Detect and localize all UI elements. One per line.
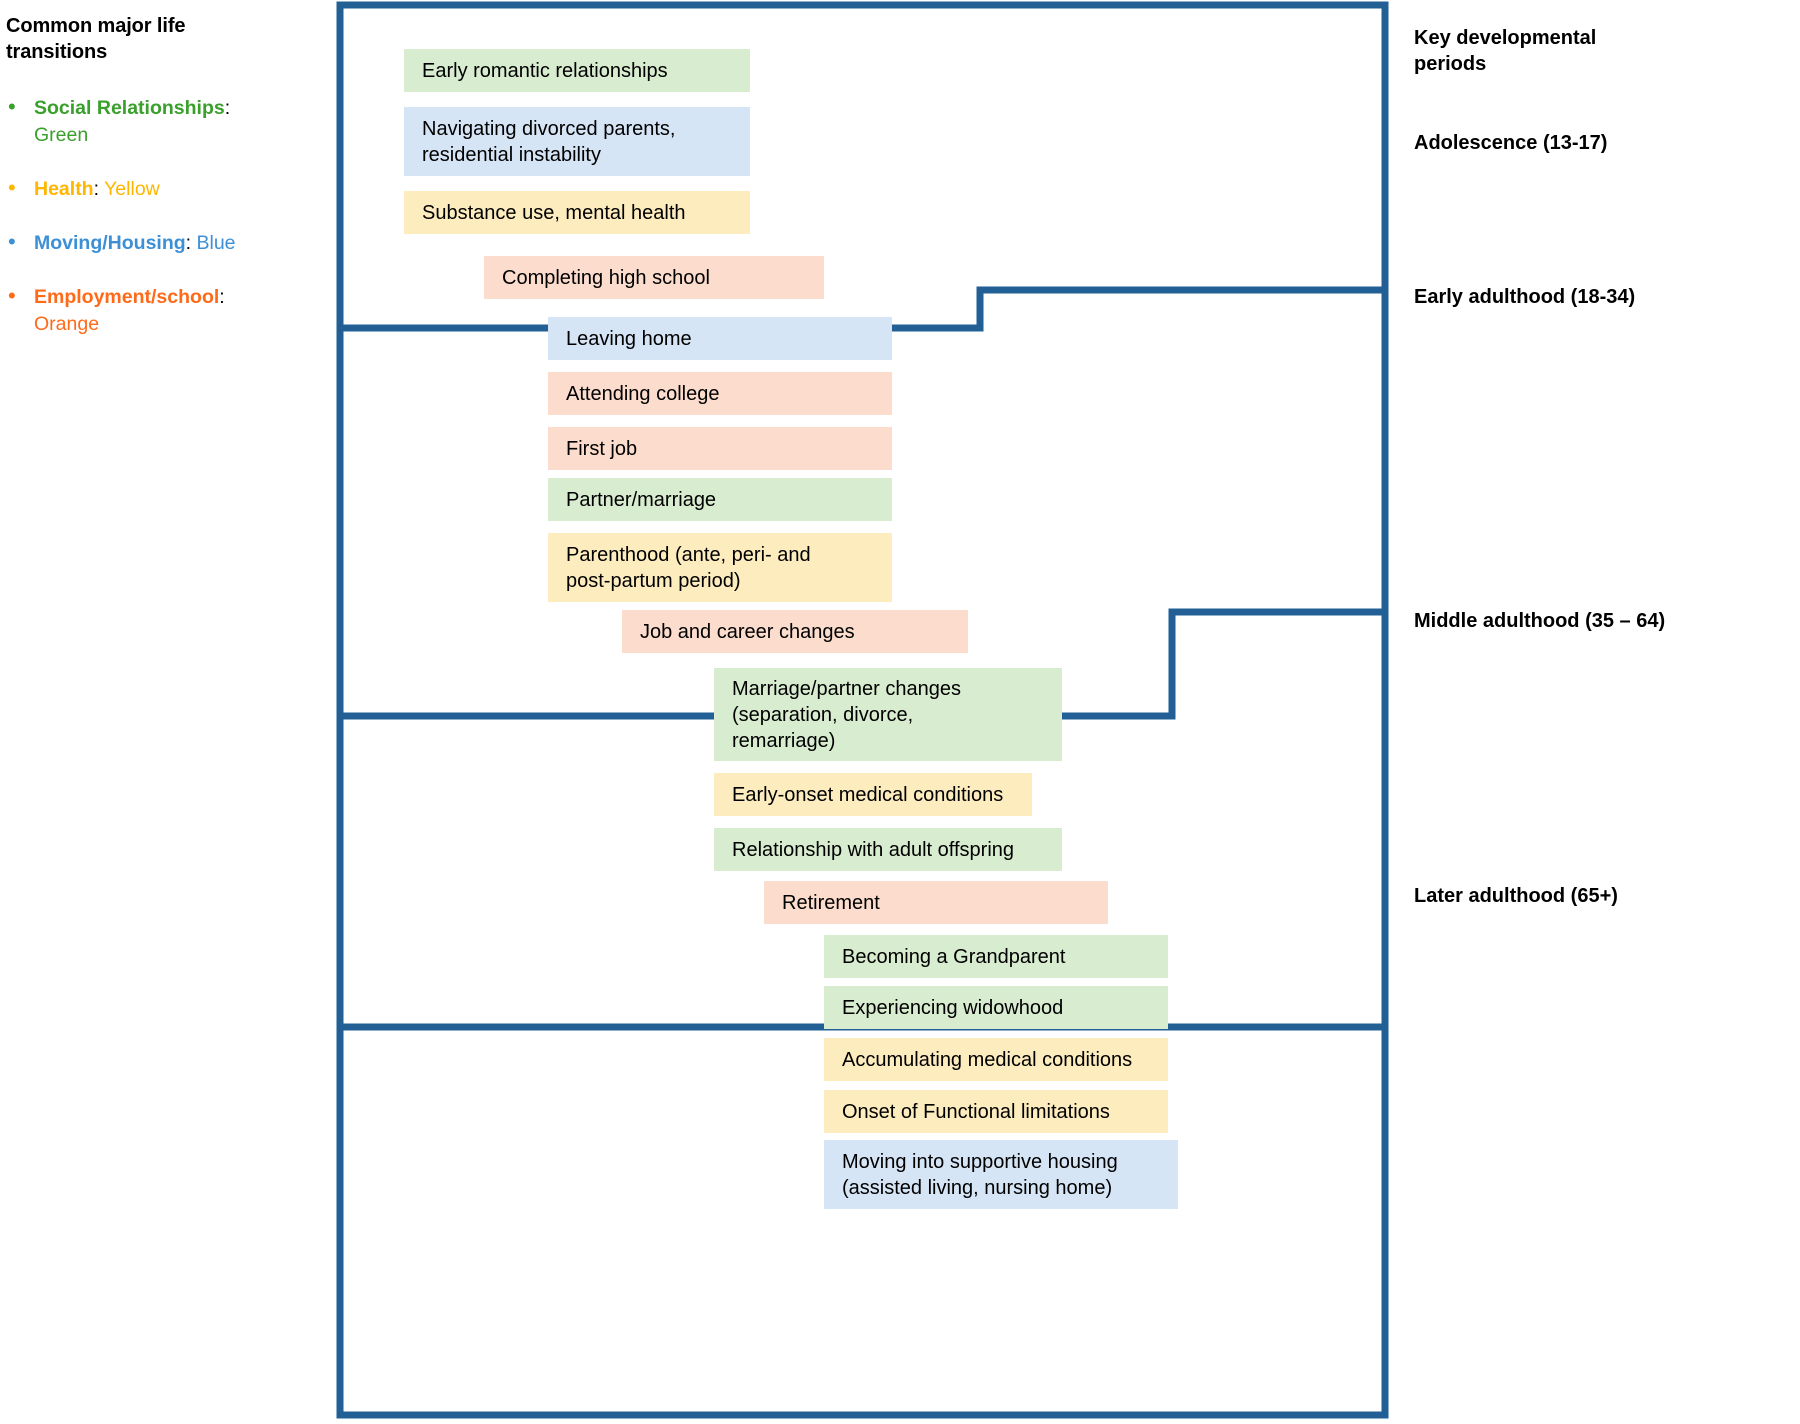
key-developmental-periods-heading: Key developmental periods [1414,27,1597,75]
legend: Common major life transitions • Social R… [6,14,286,365]
legend-category: Moving/Housing [34,232,186,255]
legend-color-name: Yellow [104,177,160,200]
legend-item-label: Health: Yellow [34,176,286,202]
period-label-adolescence: Adolescence (13-17) [1414,132,1608,154]
transition-box: Navigating divorced parents, residential… [404,107,750,176]
transition-box: Parenthood (ante, peri- and post-partum … [548,533,892,602]
transition-box: Early-onset medical conditions [714,773,1032,816]
legend-item-social: • Social Relationships: Green [6,95,286,148]
legend-color-name: Green [34,123,89,146]
period-label-later-adulthood: Later adulthood (65+) [1414,885,1618,907]
diagram-canvas: Common major life transitions • Social R… [0,0,1800,1424]
period-label-middle-adulthood: Middle adulthood (35 – 64) [1414,610,1666,632]
legend-category: Employment/school [34,286,220,309]
transition-box: Accumulating medical conditions [824,1038,1168,1081]
bullet-icon: • [8,283,16,309]
transition-box: Job and career changes [622,610,968,653]
legend-item-label: Employment/school: Orange [34,284,286,337]
transition-box: Becoming a Grandparent [824,935,1168,978]
bullet-icon: • [8,94,16,120]
transition-box: First job [548,427,892,470]
legend-item-health: • Health: Yellow [6,174,286,202]
legend-separator: : [93,177,105,200]
transition-box: Moving into supportive housing (assisted… [824,1140,1178,1209]
transition-box: Partner/marriage [548,478,892,521]
transition-box: Relationship with adult offspring [714,828,1062,871]
legend-color-name: Orange [34,312,100,335]
transition-box: Experiencing widowhood [824,986,1168,1029]
legend-category: Health [34,177,94,200]
legend-category: Social Relationships [34,97,225,120]
legend-separator: : [224,97,231,120]
legend-item-label: Social Relationships: Green [34,95,286,148]
legend-item-label: Moving/Housing: Blue [34,230,286,256]
transition-box: Leaving home [548,317,892,360]
transition-box: Retirement [764,881,1108,924]
bullet-icon: • [8,229,16,255]
transition-box: Attending college [548,372,892,415]
transition-box: Substance use, mental health [404,191,750,234]
legend-color-name: Blue [196,232,236,255]
transition-box: Completing high school [484,256,824,299]
frame-later-adulthood [336,1023,1389,1419]
legend-separator: : [185,232,197,255]
legend-item-employment-school: • Employment/school: Orange [6,284,286,337]
period-label-early-adulthood: Early adulthood (18-34) [1414,286,1636,308]
bullet-icon: • [8,174,16,200]
transition-box: Marriage/partner changes (separation, di… [714,668,1062,761]
legend-title: Common major life transitions [6,15,186,63]
legend-separator: : [219,286,225,309]
transition-box: Onset of Functional limitations [824,1090,1168,1133]
legend-item-moving-housing: • Moving/Housing: Blue [6,229,286,256]
transition-box: Early romantic relationships [404,49,750,92]
